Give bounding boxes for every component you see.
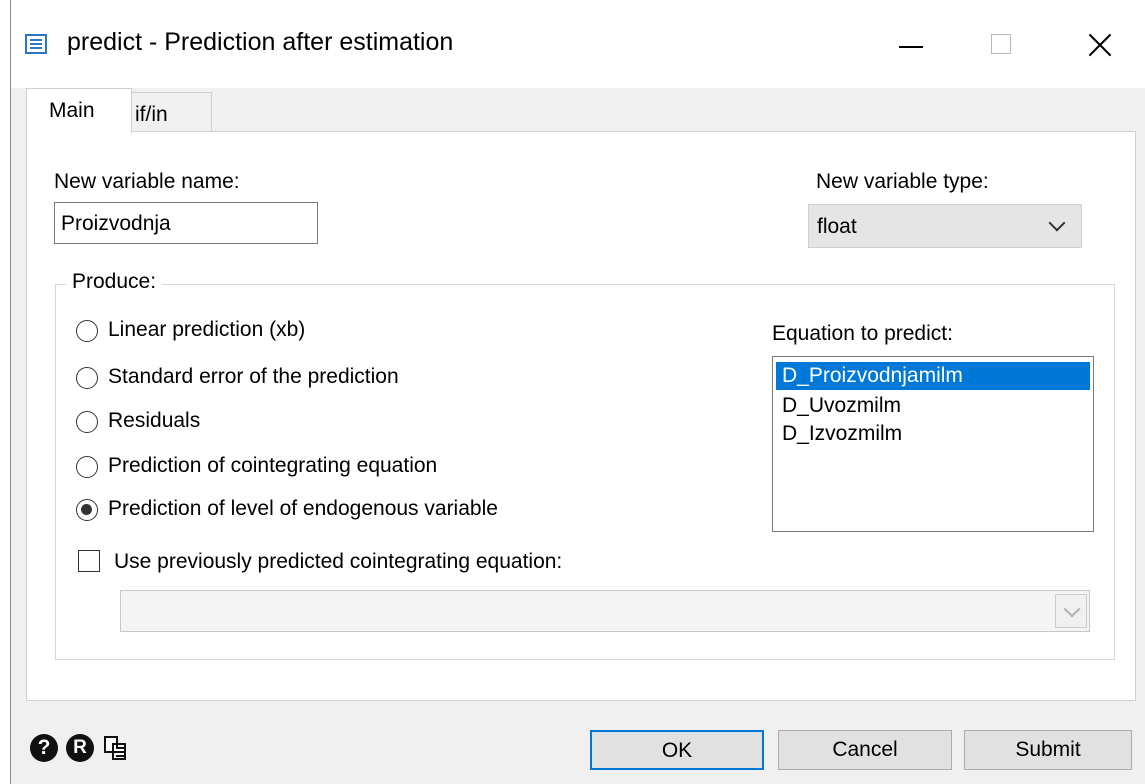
window-title: predict - Prediction after estimation bbox=[67, 28, 454, 56]
list-item[interactable]: D_Proizvodnjamilm bbox=[776, 362, 1090, 390]
equation-listbox[interactable]: D_Proizvodnjamilm D_Uvozmilm D_Izvozmilm bbox=[772, 356, 1094, 532]
radio-label: Prediction of level of endogenous variab… bbox=[108, 497, 498, 520]
previous-ce-select bbox=[120, 590, 1090, 632]
radio-button[interactable] bbox=[76, 456, 98, 478]
dropdown-button bbox=[1055, 594, 1087, 628]
use-previous-ce-label: Use previously predicted cointegrating e… bbox=[114, 550, 563, 573]
radio-button[interactable] bbox=[76, 367, 98, 389]
new-variable-name-input[interactable]: Proizvodnja bbox=[54, 202, 318, 244]
equation-to-predict-label: Equation to predict: bbox=[772, 322, 953, 345]
minimize-button[interactable] bbox=[881, 20, 941, 70]
use-previous-ce-checkbox[interactable] bbox=[78, 550, 100, 572]
variable-type-value: float bbox=[817, 215, 857, 238]
radio-button[interactable] bbox=[76, 411, 98, 433]
radio-label: Linear prediction (xb) bbox=[108, 318, 306, 341]
list-item[interactable]: D_Uvozmilm bbox=[776, 392, 1090, 420]
tab-if-in[interactable]: if/in bbox=[122, 92, 212, 132]
radio-label: Residuals bbox=[108, 409, 201, 432]
help-icon[interactable]: ? bbox=[30, 734, 58, 762]
submit-button[interactable]: Submit bbox=[964, 730, 1132, 770]
close-button[interactable] bbox=[1071, 20, 1131, 70]
radio-label: Prediction of cointegrating equation bbox=[108, 454, 438, 477]
ok-button[interactable]: OK bbox=[590, 730, 764, 770]
variable-type-select[interactable]: float bbox=[808, 204, 1082, 248]
radio-button-selected[interactable] bbox=[76, 499, 98, 521]
copy-command-icon[interactable] bbox=[102, 734, 130, 762]
cancel-button[interactable]: Cancel bbox=[778, 730, 952, 770]
dialog-icon bbox=[25, 34, 47, 54]
list-item[interactable]: D_Izvozmilm bbox=[776, 420, 1090, 448]
new-variable-type-label: New variable type: bbox=[816, 170, 989, 193]
title-bar: predict - Prediction after estimation bbox=[11, 0, 1145, 88]
chevron-down-icon bbox=[1048, 214, 1066, 232]
tab-main[interactable]: Main bbox=[26, 88, 132, 133]
chevron-down-icon bbox=[1063, 600, 1081, 618]
reset-icon[interactable]: R bbox=[66, 734, 94, 762]
new-variable-name-label: New variable name: bbox=[54, 170, 240, 193]
radio-label: Standard error of the prediction bbox=[108, 365, 399, 388]
radio-button[interactable] bbox=[76, 320, 98, 342]
maximize-button[interactable] bbox=[971, 20, 1031, 70]
produce-group-title: Produce: bbox=[66, 270, 163, 294]
